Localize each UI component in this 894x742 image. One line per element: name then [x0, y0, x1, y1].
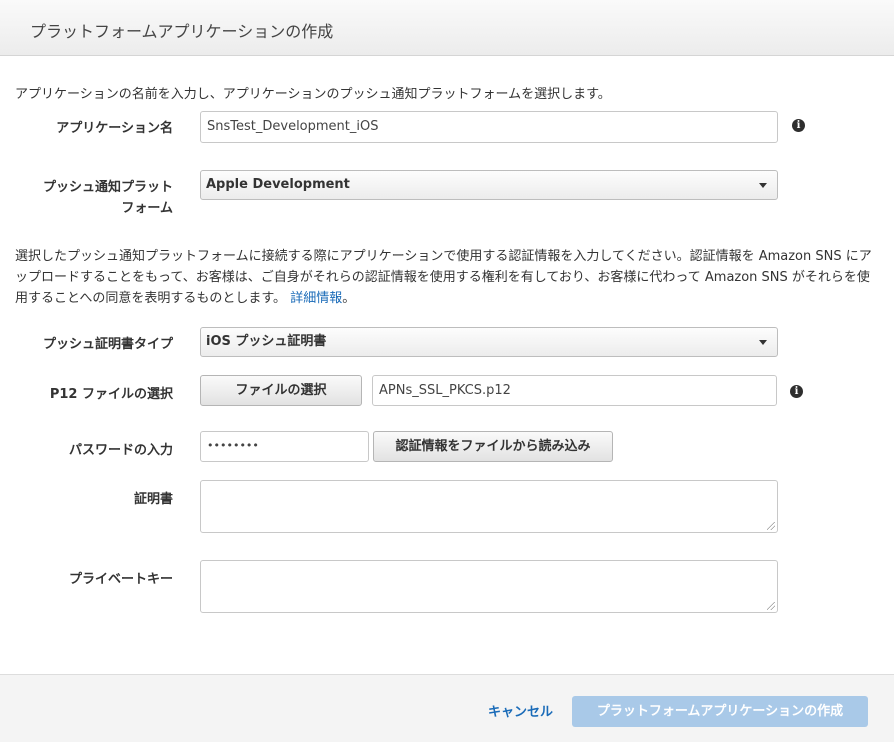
app-name-input[interactable]: SnsTest_Development_iOS	[200, 111, 778, 143]
cert-type-select-value: iOS プッシュ証明書	[206, 334, 327, 349]
chevron-down-icon	[759, 183, 767, 188]
credentials-description: 選択したプッシュ通知プラットフォームに接続する際にアプリケーションで使用する認証…	[15, 246, 875, 309]
app-name-label: アプリケーション名	[56, 121, 173, 136]
cert-type-label: プッシュ証明書タイプ	[42, 337, 173, 352]
cancel-link[interactable]: キャンセル	[488, 701, 553, 720]
chevron-down-icon	[759, 340, 767, 345]
certificate-textarea[interactable]	[200, 480, 778, 533]
learn-more-link[interactable]: 詳細情報	[290, 291, 342, 306]
resize-grip-icon[interactable]	[767, 602, 775, 610]
platform-label-line2: フォーム	[121, 201, 173, 216]
choose-file-button[interactable]: ファイルの選択	[200, 375, 362, 406]
certificate-label: 証明書	[133, 492, 173, 507]
intro-text: アプリケーションの名前を入力し、アプリケーションのプッシュ通知プラットフォームを…	[15, 87, 611, 102]
platform-select[interactable]: Apple Development	[200, 170, 778, 200]
dialog-title: プラットフォームアプリケーションの作成	[30, 22, 334, 41]
cert-type-select[interactable]: iOS プッシュ証明書	[200, 327, 778, 357]
platform-label: プッシュ通知プラット フォーム	[15, 177, 173, 219]
info-icon[interactable]: i	[792, 119, 805, 132]
p12-label: P12 ファイルの選択	[49, 387, 173, 402]
resize-grip-icon[interactable]	[767, 522, 775, 530]
dialog-header: プラットフォームアプリケーションの作成	[0, 0, 894, 56]
dialog-footer: キャンセル プラットフォームアプリケーションの作成	[0, 674, 894, 742]
password-input[interactable]: ••••••••	[200, 431, 369, 462]
private-key-label: プライベートキー	[68, 572, 173, 587]
platform-label-line1: プッシュ通知プラット	[42, 180, 173, 195]
platform-select-value: Apple Development	[206, 177, 350, 192]
create-platform-application-button[interactable]: プラットフォームアプリケーションの作成	[572, 696, 868, 727]
load-credentials-button[interactable]: 認証情報をファイルから読み込み	[373, 431, 613, 462]
info-icon[interactable]: i	[790, 385, 803, 398]
p12-filename-field[interactable]: APNs_SSL_PKCS.p12	[372, 375, 777, 406]
private-key-textarea[interactable]	[200, 560, 778, 613]
credentials-description-text: 選択したプッシュ通知プラットフォームに接続する際にアプリケーションで使用する認証…	[15, 249, 872, 306]
description-suffix: 。	[342, 291, 356, 306]
password-label: パスワードの入力	[68, 443, 173, 458]
